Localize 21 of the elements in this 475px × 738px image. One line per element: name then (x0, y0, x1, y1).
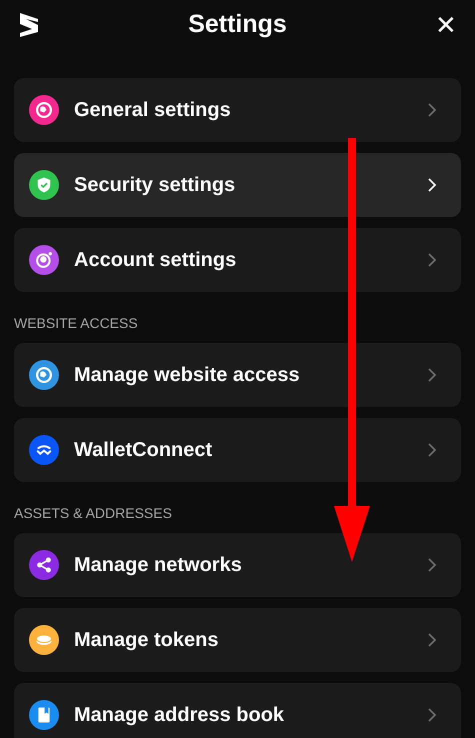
settings-item[interactable]: Manage website access (14, 343, 461, 407)
chevron-right-icon (427, 707, 437, 723)
chevron-right-icon (427, 632, 437, 648)
section-heading: ASSETS & ADDRESSES (14, 504, 173, 522)
settings-item[interactable]: Security settings (14, 153, 461, 217)
settings-item[interactable]: Manage tokens (14, 608, 461, 672)
settings-item[interactable]: Manage address book (14, 683, 461, 738)
close-button[interactable]: ✕ (435, 12, 457, 38)
settings-item[interactable]: General settings (14, 78, 461, 142)
chevron-right-icon (427, 442, 437, 458)
settings-item[interactable]: WalletConnect (14, 418, 461, 482)
chevron-right-icon (427, 102, 437, 118)
section-heading: WEBSITE ACCESS (14, 314, 139, 332)
chevron-right-icon (427, 557, 437, 573)
chevron-right-icon (427, 252, 437, 268)
window-title: Settings (188, 9, 287, 40)
settings-item[interactable]: Account settings (14, 228, 461, 292)
chevron-right-icon (427, 177, 437, 193)
chevron-right-icon (427, 367, 437, 383)
logo-icon (18, 12, 40, 38)
settings-item[interactable]: Manage networks (14, 533, 461, 597)
